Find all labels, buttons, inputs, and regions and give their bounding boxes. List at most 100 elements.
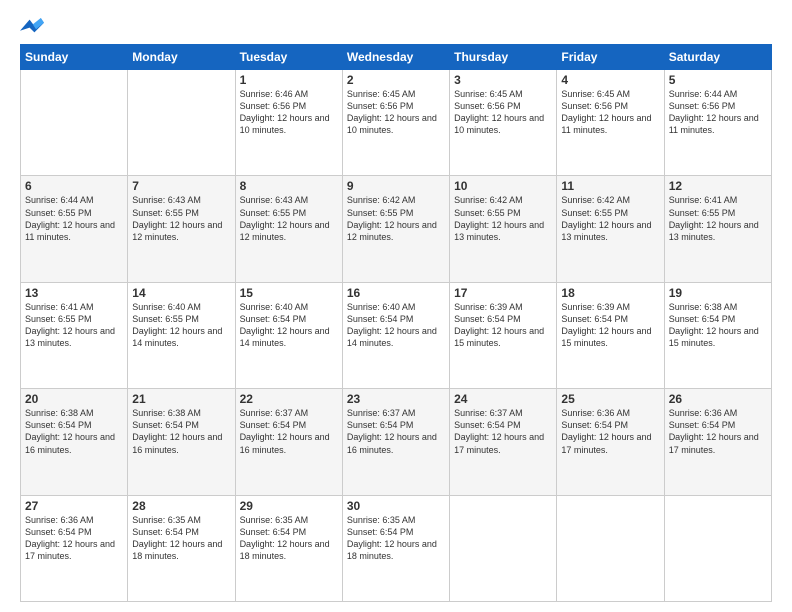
- cell-day-number: 13: [25, 286, 123, 300]
- cell-day-number: 10: [454, 179, 552, 193]
- calendar-cell: 23Sunrise: 6:37 AMSunset: 6:54 PMDayligh…: [342, 389, 449, 495]
- cell-info: Sunrise: 6:36 AMSunset: 6:54 PMDaylight:…: [669, 407, 767, 456]
- calendar-cell: [664, 495, 771, 601]
- cell-day-number: 23: [347, 392, 445, 406]
- cell-day-number: 21: [132, 392, 230, 406]
- cell-info: Sunrise: 6:38 AMSunset: 6:54 PMDaylight:…: [669, 301, 767, 350]
- cell-day-number: 9: [347, 179, 445, 193]
- cell-day-number: 2: [347, 73, 445, 87]
- cell-info: Sunrise: 6:45 AMSunset: 6:56 PMDaylight:…: [561, 88, 659, 137]
- header-row: SundayMondayTuesdayWednesdayThursdayFrid…: [21, 45, 772, 70]
- cell-info: Sunrise: 6:35 AMSunset: 6:54 PMDaylight:…: [132, 514, 230, 563]
- cell-day-number: 18: [561, 286, 659, 300]
- cell-info: Sunrise: 6:43 AMSunset: 6:55 PMDaylight:…: [132, 194, 230, 243]
- cell-info: Sunrise: 6:37 AMSunset: 6:54 PMDaylight:…: [240, 407, 338, 456]
- calendar-week-row: 13Sunrise: 6:41 AMSunset: 6:55 PMDayligh…: [21, 282, 772, 388]
- calendar-cell: 22Sunrise: 6:37 AMSunset: 6:54 PMDayligh…: [235, 389, 342, 495]
- calendar-cell: 8Sunrise: 6:43 AMSunset: 6:55 PMDaylight…: [235, 176, 342, 282]
- cell-day-number: 17: [454, 286, 552, 300]
- calendar-week-row: 6Sunrise: 6:44 AMSunset: 6:55 PMDaylight…: [21, 176, 772, 282]
- calendar-week-row: 1Sunrise: 6:46 AMSunset: 6:56 PMDaylight…: [21, 70, 772, 176]
- cell-day-number: 6: [25, 179, 123, 193]
- calendar-cell: 21Sunrise: 6:38 AMSunset: 6:54 PMDayligh…: [128, 389, 235, 495]
- calendar-cell: 26Sunrise: 6:36 AMSunset: 6:54 PMDayligh…: [664, 389, 771, 495]
- cell-info: Sunrise: 6:39 AMSunset: 6:54 PMDaylight:…: [561, 301, 659, 350]
- cell-info: Sunrise: 6:42 AMSunset: 6:55 PMDaylight:…: [561, 194, 659, 243]
- cell-info: Sunrise: 6:36 AMSunset: 6:54 PMDaylight:…: [561, 407, 659, 456]
- cell-day-number: 1: [240, 73, 338, 87]
- calendar-cell: 15Sunrise: 6:40 AMSunset: 6:54 PMDayligh…: [235, 282, 342, 388]
- cell-info: Sunrise: 6:41 AMSunset: 6:55 PMDaylight:…: [669, 194, 767, 243]
- cell-info: Sunrise: 6:40 AMSunset: 6:54 PMDaylight:…: [347, 301, 445, 350]
- calendar-cell: 1Sunrise: 6:46 AMSunset: 6:56 PMDaylight…: [235, 70, 342, 176]
- calendar-cell: 9Sunrise: 6:42 AMSunset: 6:55 PMDaylight…: [342, 176, 449, 282]
- calendar-cell: 17Sunrise: 6:39 AMSunset: 6:54 PMDayligh…: [450, 282, 557, 388]
- calendar-table: SundayMondayTuesdayWednesdayThursdayFrid…: [20, 44, 772, 602]
- page: SundayMondayTuesdayWednesdayThursdayFrid…: [0, 0, 792, 612]
- cell-day-number: 8: [240, 179, 338, 193]
- cell-info: Sunrise: 6:39 AMSunset: 6:54 PMDaylight:…: [454, 301, 552, 350]
- calendar-cell: [21, 70, 128, 176]
- calendar-cell: 24Sunrise: 6:37 AMSunset: 6:54 PMDayligh…: [450, 389, 557, 495]
- cell-info: Sunrise: 6:38 AMSunset: 6:54 PMDaylight:…: [25, 407, 123, 456]
- logo-icon: [20, 16, 44, 36]
- calendar-cell: [128, 70, 235, 176]
- cell-day-number: 26: [669, 392, 767, 406]
- day-header: Sunday: [21, 45, 128, 70]
- calendar-cell: 28Sunrise: 6:35 AMSunset: 6:54 PMDayligh…: [128, 495, 235, 601]
- cell-day-number: 22: [240, 392, 338, 406]
- cell-info: Sunrise: 6:41 AMSunset: 6:55 PMDaylight:…: [25, 301, 123, 350]
- cell-day-number: 27: [25, 499, 123, 513]
- cell-day-number: 25: [561, 392, 659, 406]
- calendar-cell: 20Sunrise: 6:38 AMSunset: 6:54 PMDayligh…: [21, 389, 128, 495]
- calendar-cell: 19Sunrise: 6:38 AMSunset: 6:54 PMDayligh…: [664, 282, 771, 388]
- cell-info: Sunrise: 6:35 AMSunset: 6:54 PMDaylight:…: [347, 514, 445, 563]
- calendar-cell: 5Sunrise: 6:44 AMSunset: 6:56 PMDaylight…: [664, 70, 771, 176]
- cell-info: Sunrise: 6:42 AMSunset: 6:55 PMDaylight:…: [454, 194, 552, 243]
- calendar-cell: 12Sunrise: 6:41 AMSunset: 6:55 PMDayligh…: [664, 176, 771, 282]
- cell-info: Sunrise: 6:43 AMSunset: 6:55 PMDaylight:…: [240, 194, 338, 243]
- logo: [20, 16, 48, 36]
- cell-info: Sunrise: 6:35 AMSunset: 6:54 PMDaylight:…: [240, 514, 338, 563]
- cell-day-number: 30: [347, 499, 445, 513]
- cell-day-number: 3: [454, 73, 552, 87]
- cell-info: Sunrise: 6:37 AMSunset: 6:54 PMDaylight:…: [454, 407, 552, 456]
- calendar-cell: 18Sunrise: 6:39 AMSunset: 6:54 PMDayligh…: [557, 282, 664, 388]
- cell-day-number: 7: [132, 179, 230, 193]
- calendar-cell: 29Sunrise: 6:35 AMSunset: 6:54 PMDayligh…: [235, 495, 342, 601]
- day-header: Saturday: [664, 45, 771, 70]
- calendar-cell: 30Sunrise: 6:35 AMSunset: 6:54 PMDayligh…: [342, 495, 449, 601]
- cell-day-number: 19: [669, 286, 767, 300]
- calendar-cell: 6Sunrise: 6:44 AMSunset: 6:55 PMDaylight…: [21, 176, 128, 282]
- calendar-cell: 11Sunrise: 6:42 AMSunset: 6:55 PMDayligh…: [557, 176, 664, 282]
- cell-info: Sunrise: 6:40 AMSunset: 6:55 PMDaylight:…: [132, 301, 230, 350]
- calendar-week-row: 20Sunrise: 6:38 AMSunset: 6:54 PMDayligh…: [21, 389, 772, 495]
- cell-info: Sunrise: 6:36 AMSunset: 6:54 PMDaylight:…: [25, 514, 123, 563]
- calendar-cell: 14Sunrise: 6:40 AMSunset: 6:55 PMDayligh…: [128, 282, 235, 388]
- calendar-cell: 3Sunrise: 6:45 AMSunset: 6:56 PMDaylight…: [450, 70, 557, 176]
- cell-day-number: 5: [669, 73, 767, 87]
- cell-day-number: 16: [347, 286, 445, 300]
- cell-day-number: 14: [132, 286, 230, 300]
- cell-info: Sunrise: 6:37 AMSunset: 6:54 PMDaylight:…: [347, 407, 445, 456]
- cell-day-number: 28: [132, 499, 230, 513]
- cell-info: Sunrise: 6:44 AMSunset: 6:56 PMDaylight:…: [669, 88, 767, 137]
- cell-day-number: 12: [669, 179, 767, 193]
- day-header: Friday: [557, 45, 664, 70]
- cell-info: Sunrise: 6:46 AMSunset: 6:56 PMDaylight:…: [240, 88, 338, 137]
- header: [20, 16, 772, 36]
- cell-day-number: 15: [240, 286, 338, 300]
- calendar-cell: 2Sunrise: 6:45 AMSunset: 6:56 PMDaylight…: [342, 70, 449, 176]
- day-header: Thursday: [450, 45, 557, 70]
- calendar-cell: 25Sunrise: 6:36 AMSunset: 6:54 PMDayligh…: [557, 389, 664, 495]
- cell-info: Sunrise: 6:44 AMSunset: 6:55 PMDaylight:…: [25, 194, 123, 243]
- cell-info: Sunrise: 6:42 AMSunset: 6:55 PMDaylight:…: [347, 194, 445, 243]
- calendar-cell: 4Sunrise: 6:45 AMSunset: 6:56 PMDaylight…: [557, 70, 664, 176]
- calendar-week-row: 27Sunrise: 6:36 AMSunset: 6:54 PMDayligh…: [21, 495, 772, 601]
- cell-info: Sunrise: 6:38 AMSunset: 6:54 PMDaylight:…: [132, 407, 230, 456]
- cell-day-number: 20: [25, 392, 123, 406]
- day-header: Wednesday: [342, 45, 449, 70]
- cell-day-number: 24: [454, 392, 552, 406]
- calendar-cell: 13Sunrise: 6:41 AMSunset: 6:55 PMDayligh…: [21, 282, 128, 388]
- calendar-cell: 10Sunrise: 6:42 AMSunset: 6:55 PMDayligh…: [450, 176, 557, 282]
